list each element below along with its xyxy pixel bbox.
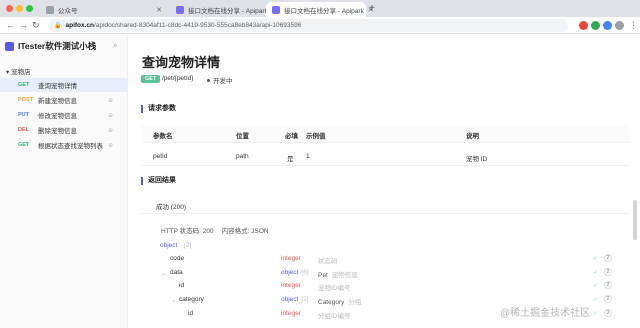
method-label: DEL [18, 127, 29, 133]
method-label: GET [18, 142, 30, 148]
method-badge: GET [141, 75, 161, 83]
mock-check-icon[interactable]: ✓ [593, 296, 598, 303]
new-tab-icon[interactable]: + [369, 3, 375, 14]
scrollbar[interactable] [633, 200, 637, 240]
extension-icon[interactable] [579, 21, 588, 30]
browser-tab-3-active[interactable]: 接口文档在线分享 - Apipark ✕ [266, 2, 374, 17]
mock-check-icon[interactable]: ✓ [593, 269, 598, 276]
project-header: ITester软件测试小栈 [5, 40, 96, 52]
tab-divider [141, 213, 629, 214]
status-dot-icon [207, 78, 210, 82]
mock-count: 3 [604, 309, 612, 317]
back-icon[interactable]: ← [6, 20, 15, 30]
search-icon[interactable]: ⌕ [113, 41, 117, 51]
more-menu-icon[interactable]: ⋮ [629, 20, 638, 31]
table-row: petId path 是 1 宠物 ID [141, 148, 629, 166]
tab-favicon-icon [46, 5, 54, 14]
mock-check-icon[interactable]: ✓ [593, 282, 598, 289]
method-label: POST [18, 97, 33, 103]
params-table: 参数名 位置 必填 示例值 说明 petId path 是 1 宠物 ID [141, 125, 629, 166]
url-field[interactable]: 🔒 apifox.cn/apidoc/shared-8304af11-c8dc-… [48, 19, 568, 32]
tab-favicon-icon [176, 5, 184, 14]
mock-count: 2 [604, 295, 612, 303]
mock-check-icon[interactable]: ✓ [593, 255, 598, 262]
chevron-down-icon: ▾ [6, 69, 10, 76]
collapse-chevron-icon[interactable]: ⌄ [161, 269, 166, 277]
more-icon[interactable]: ⊕ [108, 127, 113, 134]
status-badge: 开发中 [207, 75, 233, 85]
more-icon[interactable]: ⊕ [108, 112, 113, 119]
main-content: 查询宠物详情 GET /pet/{petId} 开发中 请求参数 参数名 位置 … [129, 35, 640, 328]
profile-avatar[interactable] [615, 21, 624, 30]
tab-close-icon[interactable]: ✕ [156, 6, 162, 14]
sidebar: ITester软件测试小栈 ⌕ ▾ 宠物店 GET 查询宠物详情 POST 新建… [0, 35, 128, 328]
more-icon[interactable]: ⊕ [108, 97, 113, 104]
maximize-window-icon[interactable] [26, 5, 33, 12]
mock-count: 2 [604, 254, 612, 262]
more-icon[interactable]: ⊕ [108, 142, 113, 149]
folder-pet-store[interactable]: ▾ 宠物店 [6, 66, 31, 76]
browser-tab-2[interactable]: 接口文档在线分享 - Apipark ✕ [170, 2, 278, 17]
close-window-icon[interactable] [6, 5, 13, 12]
address-bar: ← → ↻ 🔒 apifox.cn/apidoc/shared-8304af11… [0, 17, 640, 34]
table-header: 参数名 位置 必填 示例值 说明 [141, 125, 629, 143]
sidebar-item-find-pets-by-status[interactable]: GET 根据状态查找宠物列表 ⊕ [0, 138, 127, 152]
forward-icon[interactable]: → [19, 20, 28, 30]
mock-count: 3 [604, 281, 612, 289]
schema-row[interactable]: ⌄ data object [6] Pet 宠物信息 ✓ 2 [141, 267, 629, 280]
mock-check-icon[interactable]: ✓ [593, 310, 598, 317]
schema-row: code integer 状态码 ✓ 2 [141, 253, 629, 266]
api-path: /pet/{petId} [162, 75, 194, 82]
extension-icon[interactable] [603, 21, 612, 30]
project-logo-icon [5, 41, 14, 51]
sidebar-item-delete-pet[interactable]: DEL 删除宠物信息 ⊕ [0, 123, 127, 137]
minimize-window-icon[interactable] [16, 5, 23, 12]
reload-icon[interactable]: ↻ [32, 20, 40, 31]
response-meta: HTTP 状态码: 200 内容格式: JSON [161, 228, 269, 235]
method-label: PUT [18, 112, 29, 118]
schema-root-row: object [2] [160, 242, 192, 249]
page-title: 查询宠物详情 [142, 55, 221, 70]
sidebar-item-create-pet[interactable]: POST 新建宠物信息 ⊕ [0, 93, 127, 107]
collapse-chevron-icon[interactable]: ⌄ [171, 296, 176, 304]
method-label: GET [18, 82, 30, 88]
request-params-heading: 请求参数 [141, 105, 176, 113]
watermark: @稀土掘金技术社区 [500, 308, 591, 319]
sidebar-item-update-pet[interactable]: PUT 修改宠物信息 ⊕ [0, 108, 127, 122]
sidebar-item-get-pet[interactable]: GET 查询宠物详情 [0, 78, 127, 92]
tab-success-200[interactable]: 成功 (200) [156, 201, 186, 211]
response-heading: 返回结果 [141, 177, 176, 185]
extension-icon[interactable] [591, 21, 600, 30]
browser-tab-bar: 公众号 ✕ 接口文档在线分享 - Apipark ✕ 接口文档在线分享 - Ap… [0, 0, 640, 17]
mock-count: 2 [604, 268, 612, 276]
tab-favicon-icon [272, 5, 280, 14]
schema-row: id integer 宠物ID编号 ✓ 3 [141, 280, 629, 293]
lock-icon: 🔒 [54, 23, 62, 29]
browser-tab-1[interactable]: 公众号 ✕ [40, 2, 168, 17]
